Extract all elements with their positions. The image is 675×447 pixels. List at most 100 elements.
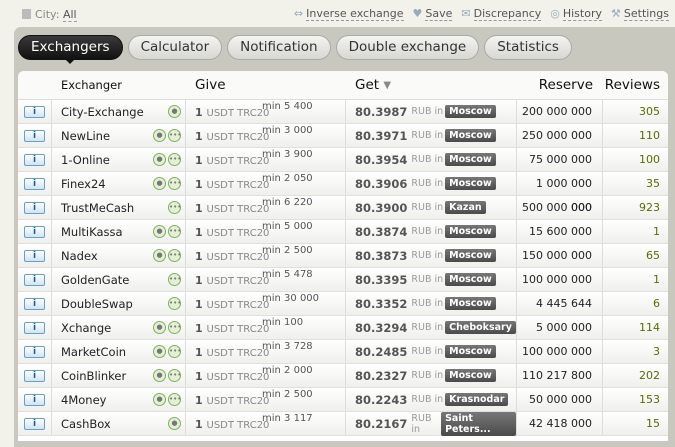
reviews-link[interactable]: 923 <box>603 196 668 219</box>
chat-icon[interactable]: ••• <box>168 225 181 238</box>
city-badge[interactable]: Moscow <box>445 369 496 382</box>
table-row[interactable]: i 1-Online ● ••• 1 USDT TRC20 min 3 900 80.395… <box>18 148 668 172</box>
exchanger-name-link[interactable]: Xchange <box>61 321 111 335</box>
exchanger-name-link[interactable]: CoinBlinker <box>61 369 126 383</box>
person-icon[interactable]: ● <box>153 225 166 238</box>
exchanger-name-link[interactable]: CashBox <box>61 417 111 431</box>
info-icon[interactable]: i <box>24 417 45 430</box>
exchanger-name-link[interactable]: Nadex <box>61 249 98 263</box>
header-give[interactable]: Give <box>186 71 346 99</box>
table-row[interactable]: i Finex24 ● ••• 1 USDT TRC20 min 2 050 80.3906… <box>18 172 668 214</box>
table-row[interactable]: i City-Exchange ● 1 USDT TRC20 min 5 400 80.3… <box>18 100 668 124</box>
tab-double-exchange[interactable]: Double exchange <box>335 35 480 60</box>
city-badge[interactable]: Krasnodar <box>445 393 509 406</box>
exchanger-name-link[interactable]: NewLine <box>61 129 110 143</box>
person-icon[interactable]: ● <box>168 417 181 430</box>
header-exchanger[interactable]: Exchanger <box>52 71 186 99</box>
exchanger-name-link[interactable]: 4Money <box>61 393 106 407</box>
reviews-link[interactable]: 110 <box>603 124 668 147</box>
city-badge[interactable]: Moscow <box>445 273 496 286</box>
chat-icon[interactable]: ••• <box>168 249 181 262</box>
info-icon[interactable]: i <box>24 249 45 262</box>
city-badge[interactable]: Moscow <box>445 153 496 166</box>
chat-icon[interactable]: ••• <box>168 321 181 334</box>
info-icon[interactable]: i <box>24 105 45 118</box>
tab-notification[interactable]: Notification <box>227 35 331 60</box>
table-row[interactable]: i MarketCoin ● ••• 1 USDT TRC20 min 3 728 80.2… <box>18 340 668 364</box>
info-icon[interactable]: i <box>24 369 45 382</box>
reviews-link[interactable]: 1 <box>603 220 668 243</box>
top-link-discrepancy[interactable]: ✉ Discrepancy <box>461 7 542 21</box>
reviews-link[interactable]: 3 <box>603 340 668 363</box>
table-row[interactable]: i GoldenGate ••• 1 USDT TRC20 min 5 478 80.33… <box>18 268 668 292</box>
tab-statistics[interactable]: Statistics <box>484 35 572 60</box>
exchanger-name-link[interactable]: TrustMeCash <box>61 201 134 215</box>
chat-icon[interactable]: ••• <box>168 393 181 406</box>
info-icon[interactable]: i <box>24 129 45 142</box>
info-icon[interactable]: i <box>24 273 45 286</box>
info-icon[interactable]: i <box>24 321 45 334</box>
reviews-link[interactable]: 35 <box>603 172 668 195</box>
person-icon[interactable]: ● <box>153 369 166 382</box>
info-icon[interactable]: i <box>24 345 45 358</box>
reviews-link[interactable]: 6 <box>603 292 668 315</box>
person-icon[interactable]: ● <box>153 129 166 142</box>
reviews-link[interactable]: 202 <box>603 364 668 387</box>
table-row[interactable]: i CashBox ● 1 USDT TRC20 min 3 117 80.2167 RUB… <box>18 411 668 436</box>
chat-icon[interactable]: ••• <box>168 297 181 310</box>
table-row[interactable]: i NewLine ● ••• 1 USDT TRC20 min 3 000 80.3971… <box>18 124 668 148</box>
info-icon[interactable]: i <box>24 225 45 238</box>
city-badge[interactable]: Moscow <box>445 105 496 118</box>
exchanger-name-link[interactable]: 1-Online <box>61 153 110 167</box>
table-row[interactable]: i Nadex ● ••• 1 USDT TRC20 min 2 500 80.3873 RU… <box>18 244 668 268</box>
exchanger-name-link[interactable]: MultiKassa <box>61 225 123 239</box>
table-row[interactable]: i MultiKassa ● ••• 1 USDT TRC20 min 5 000 80.3… <box>18 220 668 244</box>
city-badge[interactable]: Kazan <box>445 201 486 214</box>
chat-icon[interactable]: ••• <box>168 153 181 166</box>
city-select-link[interactable]: All <box>62 8 77 22</box>
header-reserve[interactable]: Reserve <box>517 71 603 99</box>
exchanger-name-link[interactable]: GoldenGate <box>61 273 129 287</box>
person-icon[interactable]: ● <box>153 177 166 190</box>
top-link-settings[interactable]: ⚒ Settings <box>611 7 669 21</box>
table-row[interactable]: i 4Money ● ••• 1 USDT TRC20 min 2 500 80.2243 R… <box>18 388 668 412</box>
city-badge[interactable]: Moscow <box>445 225 496 238</box>
top-link-inverse-exchange[interactable]: ⇔ Inverse exchange <box>294 7 404 21</box>
info-icon[interactable]: i <box>24 297 45 310</box>
reviews-link[interactable]: 15 <box>603 412 668 435</box>
person-icon[interactable]: ● <box>153 345 166 358</box>
chat-icon[interactable]: ••• <box>168 369 181 382</box>
exchanger-name-link[interactable]: DoubleSwap <box>61 297 133 311</box>
info-icon[interactable]: i <box>24 153 45 166</box>
header-get[interactable]: Get ▼ <box>346 71 517 99</box>
reviews-link[interactable]: 65 <box>603 244 668 267</box>
city-badge[interactable]: Moscow <box>445 177 496 190</box>
city-badge[interactable]: Moscow <box>445 297 496 310</box>
chat-icon[interactable]: ••• <box>168 177 181 190</box>
info-icon[interactable]: i <box>24 393 45 406</box>
info-icon[interactable]: i <box>24 201 45 214</box>
tab-calculator[interactable]: Calculator <box>127 35 223 60</box>
reviews-link[interactable]: 305 <box>603 100 668 123</box>
chat-icon[interactable]: ••• <box>168 273 181 286</box>
chat-icon[interactable]: ••• <box>168 345 181 358</box>
chat-icon[interactable]: ••• <box>168 129 181 142</box>
table-row[interactable]: i TrustMeCash ••• 1 USDT TRC20 min 6 220 80.3… <box>18 196 668 220</box>
top-link-history[interactable]: ◎ History <box>550 7 602 21</box>
table-row[interactable]: i CoinBlinker ● ••• 1 USDT TRC20 min 2 000 80.… <box>18 364 668 388</box>
chat-icon[interactable]: ••• <box>168 201 181 214</box>
reviews-link[interactable]: 100 <box>603 148 668 171</box>
person-icon[interactable]: ● <box>153 249 166 262</box>
reviews-link[interactable]: 1 <box>603 268 668 291</box>
exchanger-name-link[interactable]: Finex24 <box>61 177 106 191</box>
table-row[interactable]: i Xchange ● ••• 1 USDT TRC20 min 100 80.3294 RU… <box>18 316 668 340</box>
person-icon[interactable]: ● <box>153 321 166 334</box>
table-row[interactable]: i DoubleSwap ••• 1 USDT TRC20 min 30 000 80.3… <box>18 292 668 316</box>
tab-exchangers[interactable]: Exchangers <box>18 35 123 64</box>
reviews-link[interactable]: 153 <box>603 388 668 411</box>
person-icon[interactable]: ● <box>168 105 181 118</box>
header-reviews[interactable]: Reviews <box>603 71 668 99</box>
person-icon[interactable]: ● <box>153 393 166 406</box>
reviews-link[interactable]: 114 <box>603 316 668 339</box>
city-badge[interactable]: Moscow <box>445 129 496 142</box>
